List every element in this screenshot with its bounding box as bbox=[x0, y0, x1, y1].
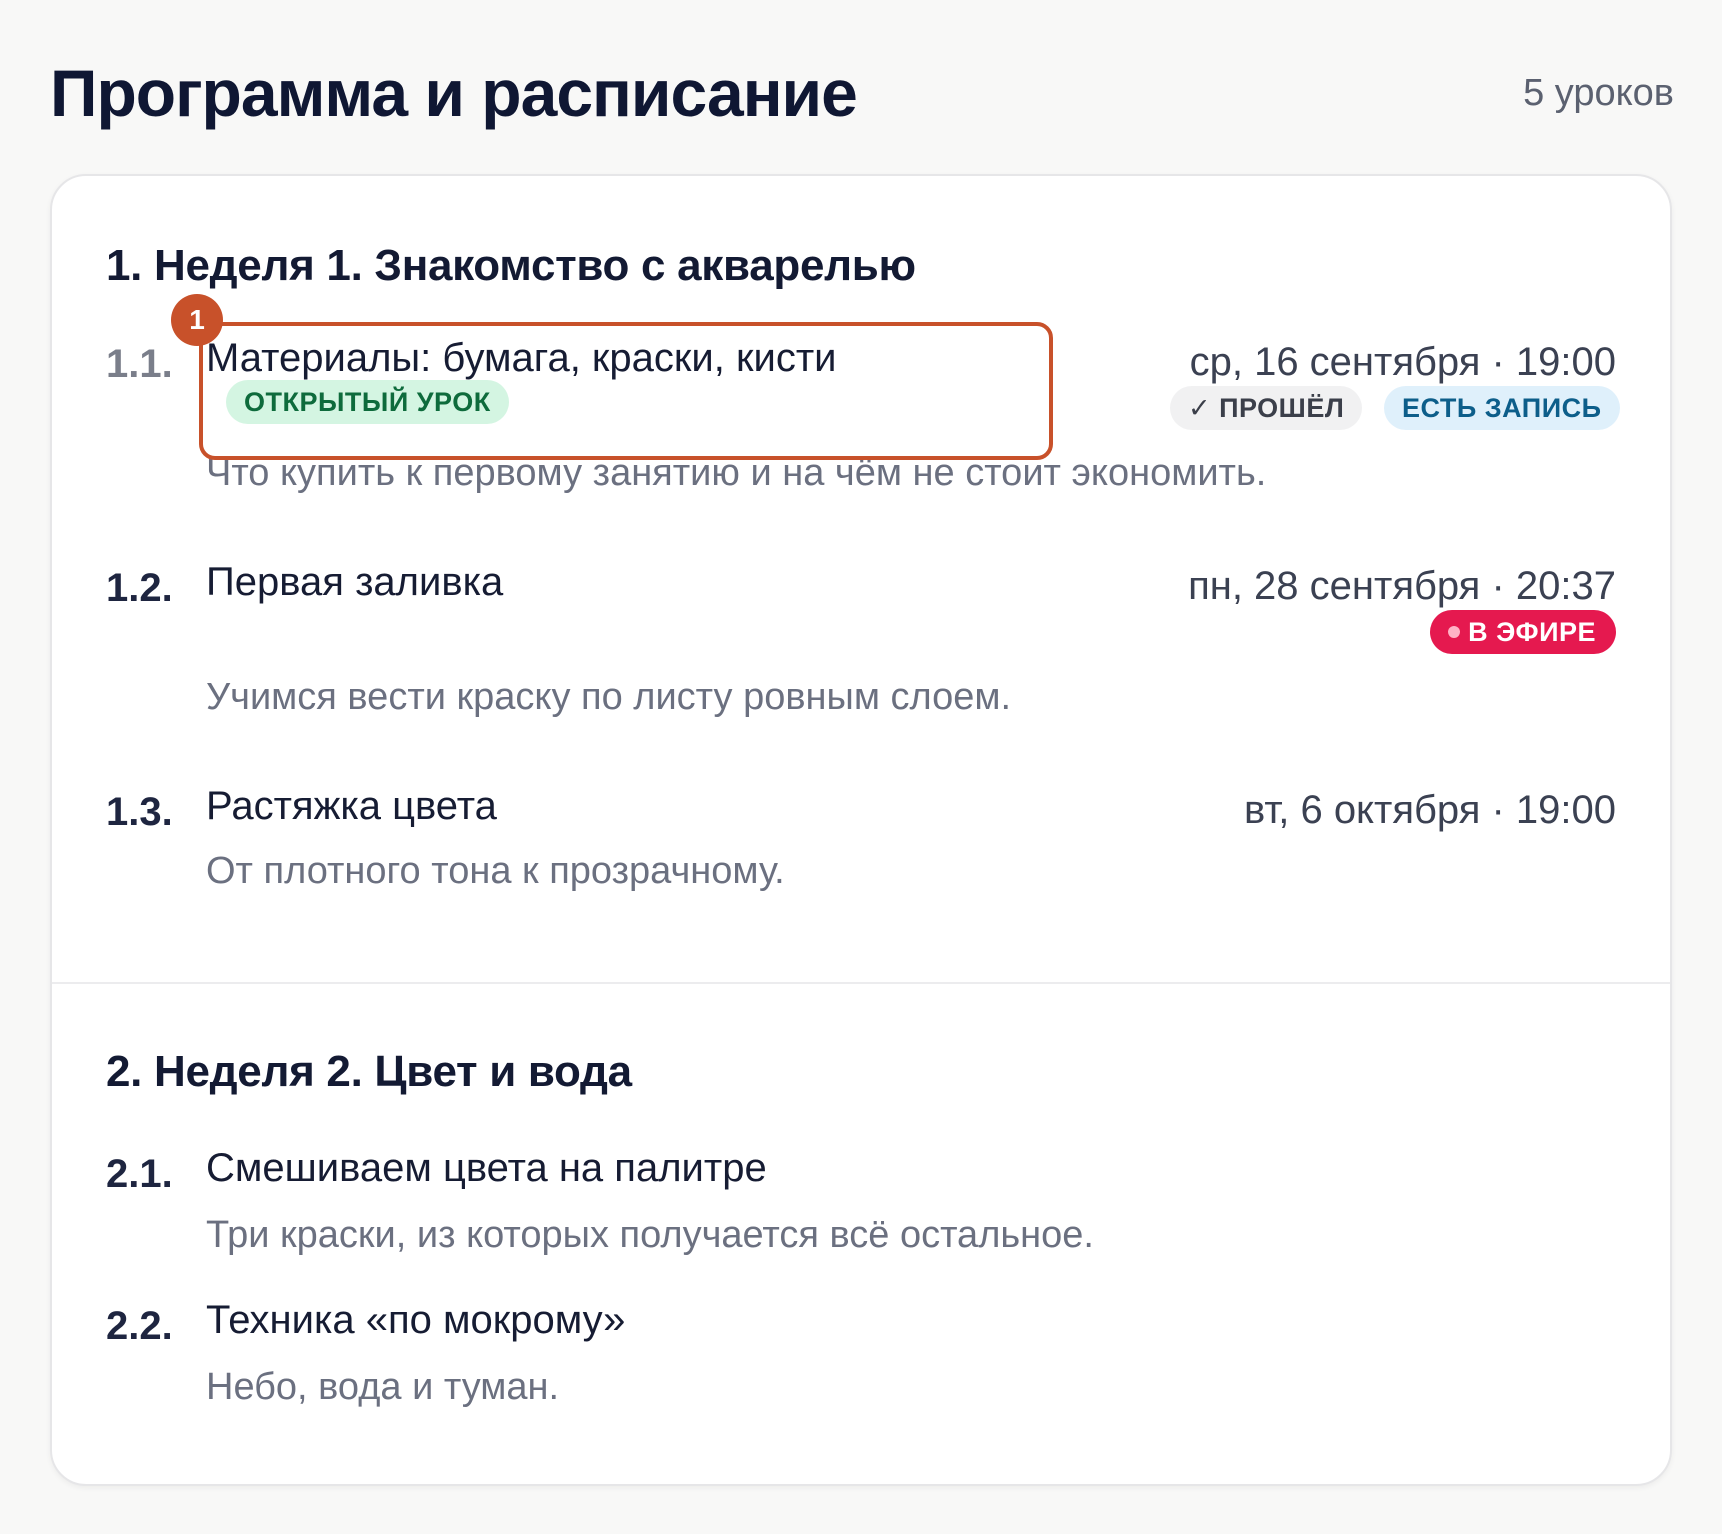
lesson-title[interactable]: Материалы: бумага, краски, кисти bbox=[206, 332, 837, 384]
lesson-item-2-1[interactable]: 2.1. Смешиваем цвета на палитре Три крас… bbox=[52, 1146, 1670, 1268]
lesson-title[interactable]: Техника «по мокрому» bbox=[206, 1294, 625, 1346]
lesson-description: От плотного тона к прозрачному. bbox=[206, 850, 785, 892]
page-header: Программа и расписание 5 уроков bbox=[50, 48, 1674, 138]
lesson-number: 1.2. bbox=[106, 566, 173, 610]
lesson-item-1-3[interactable]: 1.3. Растяжка цвета вт, 6 октября · 19:0… bbox=[52, 784, 1670, 906]
live-dot-icon bbox=[1448, 626, 1461, 638]
program-card: 1. Неделя 1. Знакомство с акварелью 1.1.… bbox=[50, 174, 1672, 1486]
lesson-title[interactable]: Растяжка цвета bbox=[206, 780, 497, 832]
lesson-title[interactable]: Смешиваем цвета на палитре bbox=[206, 1142, 767, 1194]
lesson-date: пн, 28 сентября · 20:37 bbox=[1188, 564, 1616, 608]
lesson-number: 1.1. bbox=[106, 342, 173, 386]
lesson-number: 1.3. bbox=[106, 790, 173, 834]
module-divider bbox=[52, 982, 1670, 984]
lesson-number: 2.2. bbox=[106, 1304, 173, 1348]
module-title: 2. Неделя 2. Цвет и вода bbox=[106, 1047, 632, 1096]
live-badge-label: В ЭФИРЕ bbox=[1468, 617, 1596, 647]
lesson-description: Учимся вести краску по листу ровным слое… bbox=[206, 676, 1012, 718]
completed-badge-label: ПРОШЁЛ bbox=[1219, 393, 1345, 423]
live-badge[interactable]: В ЭФИРЕ bbox=[1430, 610, 1616, 654]
lesson-date: вт, 6 октября · 19:00 bbox=[1243, 788, 1616, 832]
page-title: Программа и расписание bbox=[50, 56, 858, 130]
lesson-item-1-2[interactable]: 1.2. Первая заливка пн, 28 сентября · 20… bbox=[52, 560, 1670, 718]
lesson-title[interactable]: Первая заливка bbox=[206, 556, 503, 608]
lesson-description: Что купить к первому занятию и на чём не… bbox=[206, 452, 1267, 494]
recording-badge[interactable]: ЕСТЬ ЗАПИСЬ bbox=[1384, 386, 1620, 430]
annotation-marker: 1 bbox=[171, 294, 223, 346]
module-title: 1. Неделя 1. Знакомство с акварелью bbox=[106, 241, 916, 290]
lesson-date: ср, 16 сентября · 19:00 bbox=[1189, 340, 1616, 384]
open-lesson-badge: ОТКРЫТЫЙ УРОК bbox=[226, 380, 509, 424]
completed-badge: ✓ ПРОШЁЛ bbox=[1170, 386, 1363, 430]
lesson-count: 5 уроков bbox=[1523, 72, 1674, 114]
check-icon: ✓ bbox=[1188, 393, 1212, 423]
lesson-item-2-2[interactable]: 2.2. Техника «по мокрому» Небо, вода и т… bbox=[52, 1298, 1670, 1420]
lesson-description: Небо, вода и туман. bbox=[206, 1366, 560, 1408]
lesson-item-1-1[interactable]: 1.1. Материалы: бумага, краски, кисти ср… bbox=[52, 336, 1670, 494]
lesson-number: 2.1. bbox=[106, 1152, 173, 1196]
lesson-description: Три краски, из которых получается всё ос… bbox=[206, 1214, 1094, 1256]
